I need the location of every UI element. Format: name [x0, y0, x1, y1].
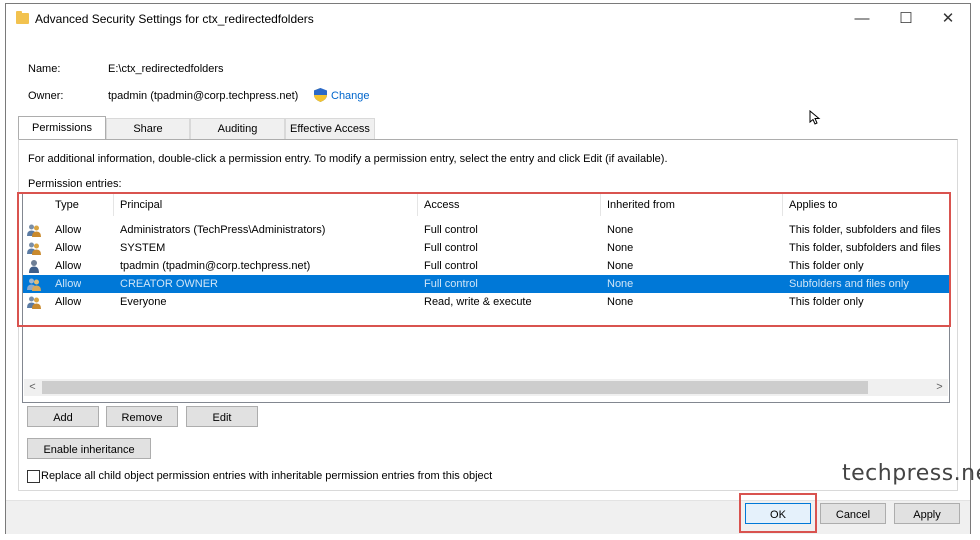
- info-text: For additional information, double-click…: [28, 153, 668, 165]
- title-bar[interactable]: Advanced Security Settings for ctx_redir…: [6, 4, 970, 34]
- add-button[interactable]: Add: [27, 406, 99, 427]
- scroll-left-icon[interactable]: <: [24, 379, 41, 396]
- watermark-text: techpress.net: [842, 461, 980, 486]
- name-value: E:\ctx_redirectedfolders: [108, 63, 224, 75]
- cancel-button[interactable]: Cancel: [820, 503, 886, 524]
- enable-inheritance-button[interactable]: Enable inheritance: [27, 438, 151, 459]
- tab-effective-access[interactable]: Effective Access: [285, 118, 375, 139]
- tab-permissions[interactable]: Permissions: [18, 116, 106, 139]
- remove-button[interactable]: Remove: [106, 406, 178, 427]
- scroll-right-icon[interactable]: >: [931, 379, 948, 396]
- replace-child-permissions-checkbox[interactable]: [27, 470, 40, 483]
- permission-entries-label: Permission entries:: [28, 178, 122, 190]
- tab-auditing[interactable]: Auditing: [190, 118, 285, 139]
- replace-child-permissions-label: Replace all child object permission entr…: [41, 470, 493, 482]
- name-label: Name:: [28, 63, 61, 75]
- tab-share[interactable]: Share: [106, 118, 190, 139]
- highlight-box-entries: [17, 192, 951, 327]
- mouse-cursor-icon: [809, 110, 821, 125]
- scrollbar-thumb[interactable]: [42, 381, 868, 394]
- owner-value: tpadmin (tpadmin@corp.techpress.net): [108, 90, 299, 102]
- maximize-button[interactable]: ☐: [884, 6, 928, 32]
- apply-button[interactable]: Apply: [894, 503, 960, 524]
- edit-button[interactable]: Edit: [186, 406, 258, 427]
- highlight-box-ok: [739, 493, 817, 533]
- minimize-button[interactable]: —: [840, 6, 884, 32]
- owner-label: Owner:: [28, 90, 64, 102]
- change-owner-link[interactable]: Change: [331, 90, 370, 102]
- folder-icon: [16, 11, 29, 24]
- close-button[interactable]: ✕: [926, 6, 970, 32]
- window-title: Advanced Security Settings for ctx_redir…: [35, 12, 314, 26]
- horizontal-scrollbar[interactable]: < >: [24, 379, 948, 396]
- uac-shield-icon: [314, 88, 327, 102]
